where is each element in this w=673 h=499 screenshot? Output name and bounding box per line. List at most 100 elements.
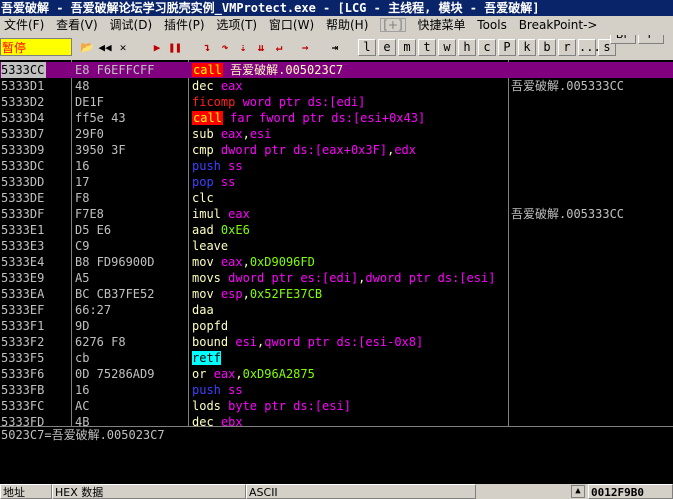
disasm-comment: 吾爱破解.005333CC xyxy=(511,207,625,221)
disasm-row[interactable]: 5333E9 A5 movs dword ptr es:[edi],dword pt… xyxy=(0,270,673,286)
menu-help[interactable]: 帮助(H) xyxy=(322,16,372,35)
disasm-instruction: call far fword ptr ds:[esi+0x43] xyxy=(192,110,507,126)
go-to-expression-icon[interactable]: ⇥ xyxy=(326,39,344,56)
pause-icon[interactable]: ❚❚ xyxy=(166,39,184,56)
close-icon[interactable]: ✕ xyxy=(114,39,132,56)
disasm-row[interactable]: 5333DC 16 push ss xyxy=(0,158,673,174)
step-over-icon[interactable]: ↷ xyxy=(216,39,234,56)
instruction-token: 0xD9096FD xyxy=(249,255,315,269)
patches-button[interactable]: P xyxy=(498,39,516,56)
disasm-row[interactable]: 5333E4 B8 FD96900D mov eax,0xD9096FD xyxy=(0,254,673,270)
disasm-row[interactable]: 5333D1 48 dec eax 吾爱破解.005333CC xyxy=(0,78,673,94)
disasm-instruction: call 吾爱破解.005023C7 xyxy=(192,62,507,78)
disasm-row[interactable]: 5333EF 66:27 daa xyxy=(0,302,673,318)
dump-address-header[interactable]: 地址 xyxy=(0,484,52,499)
go-to-icon[interactable]: → xyxy=(296,39,314,56)
instruction-token: qword ptr ds:[esi-0x8] xyxy=(264,335,424,349)
disassembly-pane[interactable]: 5333CC E8 F6EFFCFF call 吾爱破解.005023C7 5333D… xyxy=(0,60,673,426)
disasm-row[interactable]: 5333FD 4B dec ebx xyxy=(0,414,673,426)
threads-button[interactable]: t xyxy=(418,39,436,56)
p-button[interactable]: P xyxy=(638,35,664,44)
disasm-row[interactable]: 5333D9 3950 3F cmp dword ptr ds:[eax+0x3F]… xyxy=(0,142,673,158)
disasm-row[interactable]: 5333DD 17 pop ss xyxy=(0,174,673,190)
call-stack-button[interactable]: k xyxy=(518,39,536,56)
menu-tools[interactable]: Tools xyxy=(473,16,511,35)
instruction-token: cmp xyxy=(192,143,221,157)
menu-shortcut[interactable]: 快捷菜单 xyxy=(413,16,469,35)
menu-breakpoint[interactable]: BreakPoint-> xyxy=(515,16,602,35)
disasm-hex: 6276 F8 xyxy=(75,335,126,349)
disasm-row[interactable]: 5333D7 29F0 sub eax,esi xyxy=(0,126,673,142)
disasm-instruction: movs dword ptr es:[edi],dword ptr ds:[es… xyxy=(192,270,507,286)
disasm-row[interactable]: 5333F5 cb retf xyxy=(0,350,673,366)
disasm-row[interactable]: 5333CC E8 F6EFFCFF call 吾爱破解.005023C7 xyxy=(0,62,673,78)
instruction-token: imul xyxy=(192,207,229,221)
bp-button[interactable]: BP xyxy=(610,35,636,44)
disasm-address: 5333DE xyxy=(1,191,45,205)
disasm-hex: cb xyxy=(75,351,90,365)
disasm-row[interactable]: 5333FB 16 push ss xyxy=(0,382,673,398)
instruction-token: sub xyxy=(192,127,221,141)
instruction-token: dec xyxy=(192,79,221,93)
trace-into-icon[interactable]: ⇣ xyxy=(234,39,252,56)
disasm-hex: 16 xyxy=(75,159,90,173)
instruction-token: retf xyxy=(192,351,221,365)
disasm-row[interactable]: 5333D4 ff5e 43 call far fword ptr ds:[esi+… xyxy=(0,110,673,126)
references-button[interactable]: r xyxy=(558,39,576,56)
instruction-token: bound xyxy=(192,335,236,349)
menu-view[interactable]: 查看(V) xyxy=(52,16,102,35)
disasm-instruction: dec ebx xyxy=(192,414,507,426)
disasm-instruction: pop ss xyxy=(192,174,507,190)
disasm-row[interactable]: 5333E3 C9 leave xyxy=(0,238,673,254)
step-into-icon[interactable]: ↴ xyxy=(198,39,216,56)
dump-ascii-header[interactable]: ASCII xyxy=(246,484,476,499)
disasm-address: 5333F5 xyxy=(1,351,45,365)
disasm-instruction: daa xyxy=(192,302,507,318)
disasm-row[interactable]: 5333D2 DE1F ficomp word ptr ds:[edi] xyxy=(0,94,673,110)
log-window-button[interactable]: l xyxy=(358,39,376,56)
disasm-hex: E8 F6EFFCFF xyxy=(75,63,155,77)
disasm-row[interactable]: 5333E1 D5 E6 aad 0xE6 xyxy=(0,222,673,238)
info-pane: 5023C7=吾爱破解.005023C7 xyxy=(0,426,673,484)
instruction-token: mov xyxy=(192,287,221,301)
disasm-address: 5333D1 xyxy=(1,79,45,93)
disasm-row[interactable]: 5333F6 0D 75286AD9 or eax,0xD96A2875 xyxy=(0,366,673,382)
disasm-address: 5333EA xyxy=(1,287,45,301)
windows-button[interactable]: w xyxy=(438,39,456,56)
instruction-token: mov xyxy=(192,255,221,269)
disasm-row[interactable]: 5333DF F7E8 imul eax 吾爱破解.005333CC xyxy=(0,206,673,222)
cpu-button[interactable]: c xyxy=(478,39,496,56)
menu-plugins[interactable]: 插件(P) xyxy=(160,16,209,35)
disasm-hex: AC xyxy=(75,399,90,413)
dump-hex-header[interactable]: HEX 数据 xyxy=(52,484,246,499)
memory-map-button[interactable]: m xyxy=(398,39,416,56)
scroll-up-icon[interactable]: ▲ xyxy=(571,485,585,498)
disasm-hex: 66:27 xyxy=(75,303,112,317)
instruction-token: or xyxy=(192,367,214,381)
disasm-row[interactable]: 5333EA BC CB37FE52 mov esp,0x52FE37CB xyxy=(0,286,673,302)
menu-file[interactable]: 文件(F) xyxy=(0,16,48,35)
disasm-row[interactable]: 5333DE F8 clc xyxy=(0,190,673,206)
menu-window[interactable]: 窗口(W) xyxy=(265,16,318,35)
rewind-icon[interactable]: ◀◀ xyxy=(96,39,114,56)
instruction-token: push xyxy=(192,159,229,173)
disasm-row[interactable]: 5333FC AC lods byte ptr ds:[esi] xyxy=(0,398,673,414)
disasm-instruction: dec eax xyxy=(192,78,507,94)
run-trace-button[interactable]: ... xyxy=(578,39,601,56)
disasm-row[interactable]: 5333F2 6276 F8 bound esi,qword ptr ds:[esi… xyxy=(0,334,673,350)
trace-over-icon[interactable]: ⇊ xyxy=(252,39,270,56)
menu-options[interactable]: 选项(T) xyxy=(212,16,261,35)
menu-plus[interactable]: [+] xyxy=(380,18,406,32)
disasm-row[interactable]: 5333F1 9D popfd xyxy=(0,318,673,334)
instruction-token: ss xyxy=(228,159,243,173)
handles-button[interactable]: h xyxy=(458,39,476,56)
executable-modules-button[interactable]: e xyxy=(378,39,396,56)
breakpoints-button[interactable]: b xyxy=(538,39,556,56)
run-icon[interactable]: ▶ xyxy=(148,39,166,56)
open-icon[interactable]: 📂 xyxy=(78,39,96,56)
disasm-address: 5333D2 xyxy=(1,95,45,109)
instruction-token: call xyxy=(192,111,223,125)
menu-debug[interactable]: 调试(D) xyxy=(106,16,157,35)
disasm-comment: 吾爱破解.005333CC xyxy=(511,79,625,93)
execute-till-return-icon[interactable]: ↵ xyxy=(270,39,288,56)
